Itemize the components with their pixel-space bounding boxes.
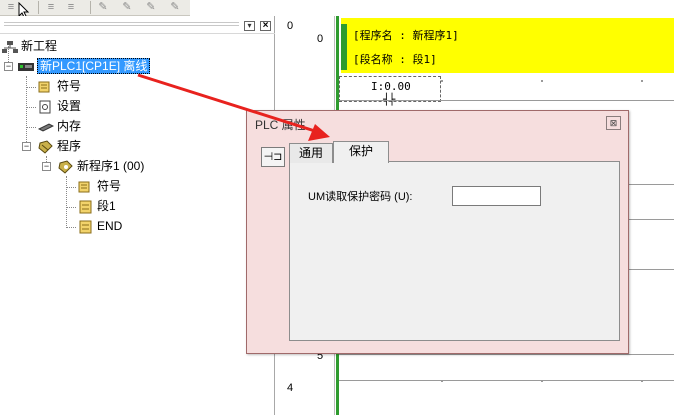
- align-left-icon[interactable]: ≡: [4, 1, 18, 13]
- program-name-comment: [程序名 : 新程序1]: [353, 29, 459, 42]
- symbol-table-icon: [78, 180, 94, 194]
- tab-panel-protection: UM读取保护密码 (U):: [289, 161, 620, 341]
- tab-general[interactable]: 通用: [289, 143, 333, 163]
- rung-line: [339, 354, 674, 355]
- programs-icon: [38, 140, 54, 154]
- tree-item-label: 符号: [97, 179, 122, 193]
- rung-line: [339, 100, 674, 101]
- pane-dock-button[interactable]: ▾: [244, 21, 255, 31]
- tool-c-icon[interactable]: ✎: [144, 1, 158, 13]
- tab-protection[interactable]: 保护: [333, 141, 389, 163]
- tree-item-program1[interactable]: 新程序1 (00): [58, 157, 144, 175]
- program-icon: [58, 160, 74, 174]
- rung-number: 0: [287, 20, 294, 32]
- grid-dot: [641, 80, 643, 82]
- settings-icon: [38, 100, 54, 114]
- network-icon: [2, 40, 18, 54]
- dialog-close-button[interactable]: ⊠: [606, 116, 621, 130]
- collapse-toggle[interactable]: −: [22, 142, 31, 151]
- tool-d-icon[interactable]: ✎: [168, 1, 182, 13]
- tree-connector: [66, 187, 76, 188]
- toolbar-separator: [90, 1, 91, 14]
- toolbar-separator: [38, 1, 39, 14]
- rung-number: 4: [287, 382, 294, 394]
- rung-comment[interactable]: [程序名 : 新程序1] [段名称 : 段1]: [341, 18, 674, 73]
- grid-dot: [641, 380, 643, 382]
- tree-item-label: END: [97, 219, 123, 233]
- grid-dot: [441, 80, 443, 82]
- project-tree-pane: ▾ × 新工程 − 新PLC1[CP1E] 离线 符号 设置 内存 − 程序 −…: [0, 16, 275, 415]
- tree-item-label: 新工程: [21, 39, 58, 53]
- plc-properties-dialog: PLC 属性 ⊠ ⊣⊐ UM读取保护密码 (U): 通用 保护: [246, 110, 629, 354]
- tree-pane-header: ▾ ×: [0, 16, 275, 34]
- collapse-toggle[interactable]: −: [42, 162, 51, 171]
- tree-item-programs[interactable]: 程序: [38, 137, 81, 155]
- grid-dot: [441, 380, 443, 382]
- tree-connector: [66, 227, 76, 228]
- tree-item-program1-symbols[interactable]: 符号: [78, 177, 121, 195]
- comment-marker: [341, 24, 347, 70]
- tree-connector: [66, 207, 76, 208]
- section-name-comment: [段名称 : 段1]: [353, 53, 437, 66]
- tree-item-label: 新程序1 (00): [77, 159, 145, 173]
- pane-close-button[interactable]: ×: [260, 21, 271, 31]
- grid-dot: [541, 80, 543, 82]
- um-read-password-input[interactable]: [452, 186, 541, 206]
- tree-item-label: 新PLC1[CP1E] 离线: [37, 58, 151, 74]
- tree-connector: [66, 176, 67, 228]
- tree-item-end[interactable]: END: [78, 217, 122, 235]
- rung-number: 0: [317, 33, 324, 45]
- tree-item-label: 设置: [57, 99, 82, 113]
- tree-connector: [26, 107, 36, 108]
- dialog-title: PLC 属性: [255, 118, 306, 132]
- tree-item-project[interactable]: 新工程: [2, 37, 57, 55]
- tree-item-label: 符号: [57, 79, 82, 93]
- tree-connector: [26, 127, 36, 128]
- tree-item-settings[interactable]: 设置: [38, 97, 81, 115]
- pane-grip[interactable]: [4, 22, 239, 26]
- tree-item-label: 段1: [97, 199, 116, 213]
- pin-button[interactable]: ⊣⊐: [261, 147, 285, 167]
- section-icon: [78, 200, 94, 214]
- tool-a-icon[interactable]: ✎: [96, 1, 110, 13]
- collapse-toggle[interactable]: −: [4, 62, 13, 71]
- um-read-password-label: UM读取保护密码 (U):: [308, 191, 413, 203]
- tree-item-section1[interactable]: 段1: [78, 197, 116, 215]
- contact-address: I:0.00: [371, 80, 411, 93]
- tool-b-icon[interactable]: ✎: [120, 1, 134, 13]
- symbol-table-icon: [38, 80, 54, 94]
- rung-line: [339, 380, 674, 381]
- plc-device-icon: [18, 60, 34, 74]
- align-center-icon[interactable]: ≡: [44, 1, 58, 13]
- tree-item-label: 程序: [57, 139, 82, 153]
- tree-item-plc[interactable]: 新PLC1[CP1E] 离线: [18, 57, 151, 75]
- align-right-icon[interactable]: ≡: [64, 1, 78, 13]
- section-icon: [78, 220, 94, 234]
- tree-item-memory[interactable]: 内存: [37, 117, 82, 135]
- memory-chip-icon: [37, 120, 55, 134]
- tree-connector: [26, 87, 36, 88]
- tree-item-label: 内存: [57, 119, 82, 133]
- grid-dot: [541, 380, 543, 382]
- tree-item-symbols[interactable]: 符号: [38, 77, 81, 95]
